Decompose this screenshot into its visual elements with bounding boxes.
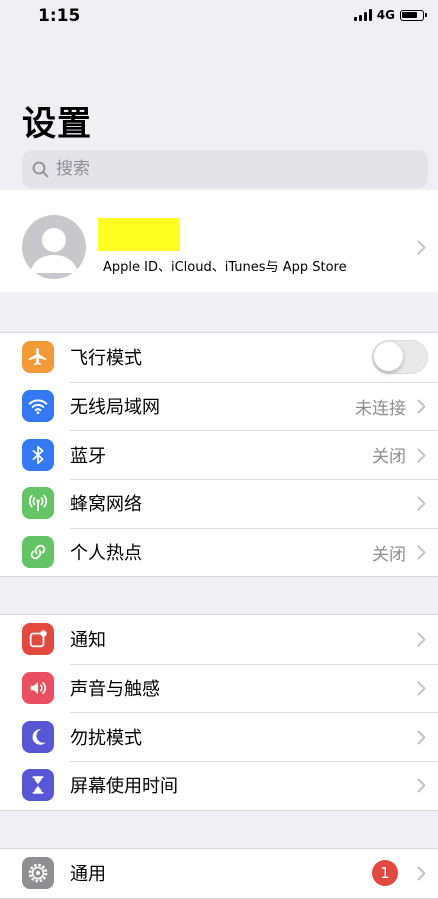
status-bar: 1:15 4G (0, 0, 438, 34)
chevron-right-icon (417, 681, 426, 700)
status-indicators: 4G (353, 8, 427, 22)
chevron-right-icon (417, 496, 426, 515)
apple-id-subtitle: Apple ID、iCloud、iTunes与 App Store (103, 260, 347, 275)
page-title: 设置 (22, 104, 92, 144)
row-label: 勿扰模式 (70, 727, 142, 749)
row-label: 声音与触感 (70, 679, 160, 701)
airplane-icon (22, 341, 54, 374)
chevron-right-icon (417, 448, 426, 467)
row-label: 蓝牙 (70, 445, 106, 467)
bluetooth-icon (22, 438, 54, 471)
sound-icon (22, 672, 54, 705)
notifications-icon (22, 623, 54, 656)
settings-row-screen-time[interactable]: 屏幕使用时间 (0, 761, 438, 810)
search-bar[interactable] (22, 150, 428, 188)
row-label: 通用 (70, 864, 106, 886)
row-label: 屏幕使用时间 (70, 776, 178, 798)
settings-row-general[interactable]: 通用 1 (0, 849, 438, 898)
settings-row-airplane-mode[interactable]: 飞行模式 (0, 333, 438, 382)
chevron-right-icon (417, 632, 426, 651)
settings-row-do-not-disturb[interactable]: 勿扰模式 (0, 712, 438, 761)
chevron-right-icon (417, 866, 426, 885)
chevron-right-icon (417, 240, 426, 259)
chevron-right-icon (417, 730, 426, 749)
row-value: 关闭 (372, 447, 406, 468)
search-input[interactable] (54, 158, 418, 180)
chevron-right-icon (417, 399, 426, 418)
apple-id-profile-cell[interactable]: Apple ID、iCloud、iTunes与 App Store (0, 190, 438, 292)
chevron-right-icon (417, 778, 426, 797)
notification-badge: 1 (372, 860, 398, 887)
chevron-right-icon (417, 545, 426, 564)
moon-icon (22, 720, 54, 753)
hourglass-icon (22, 769, 54, 802)
status-time: 1:15 (38, 6, 81, 26)
search-icon (30, 159, 50, 179)
row-label: 通知 (70, 630, 106, 652)
settings-row-bluetooth[interactable]: 蓝牙 关闭 (0, 430, 438, 479)
battery-icon (400, 9, 427, 21)
settings-row-sounds-haptics[interactable]: 声音与触感 (0, 663, 438, 713)
notifications-group: 通知 声音与触感 勿扰模式 屏幕使用时间 (0, 614, 438, 811)
avatar (22, 215, 86, 279)
connectivity-group: 飞行模式 无线局域网 未连接 蓝牙 关闭 蜂窝网络 个人热点 关闭 (0, 332, 438, 578)
row-label: 无线局域网 (70, 397, 160, 419)
settings-row-wifi[interactable]: 无线局域网 未连接 (0, 381, 438, 431)
hotspot-icon (22, 536, 54, 569)
redacted-name (98, 218, 180, 251)
settings-row-personal-hotspot[interactable]: 个人热点 关闭 (0, 527, 438, 577)
gear-icon (22, 857, 54, 890)
row-label: 飞行模式 (70, 348, 142, 370)
airplane-mode-toggle[interactable] (372, 340, 428, 375)
wifi-icon (22, 390, 54, 423)
network-type: 4G (376, 8, 395, 22)
row-label: 蜂窝网络 (70, 494, 142, 516)
settings-row-notifications[interactable]: 通知 (0, 615, 438, 664)
signal-bars-icon (353, 9, 372, 21)
settings-row-cellular[interactable]: 蜂窝网络 (0, 479, 438, 528)
row-value: 关闭 (372, 544, 406, 565)
row-value: 未连接 (355, 398, 406, 419)
general-group: 通用 1 (0, 848, 438, 899)
cellular-icon (22, 487, 54, 520)
row-label: 个人热点 (70, 543, 142, 565)
